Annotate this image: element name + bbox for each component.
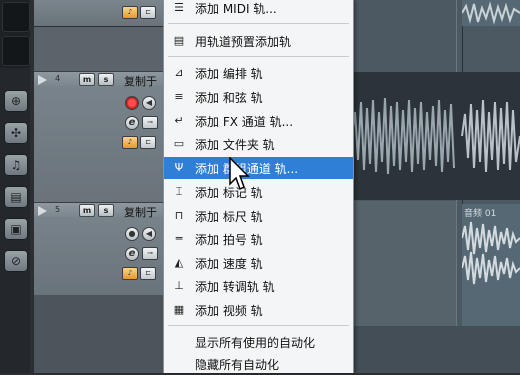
group-channel-icon: Ψ [174, 161, 184, 174]
empty-track-area [34, 295, 164, 373]
menu-item-add-group-channel[interactable]: Ψ 添加 群组通道 轨... [164, 157, 353, 179]
track-panel-5[interactable]: 5 m s 复制于 ● ◀ e ⊸ ♪ ⊏ [34, 202, 164, 295]
track-name[interactable]: 复制于 [124, 204, 157, 220]
menu-item-add-signature-track[interactable]: ═ 添加 拍号 轨 [164, 228, 353, 250]
track-name[interactable]: 复制于 [124, 73, 157, 89]
transpose-icon: ⊥ [174, 279, 184, 292]
mute-button[interactable]: m [79, 73, 95, 86]
menu-item-label: 添加 文件夹 轨 [195, 138, 275, 152]
tool-2-icon[interactable]: ✣ [4, 122, 28, 144]
menu-separator [168, 56, 349, 57]
solo-button[interactable]: s [98, 204, 114, 217]
track-number: 5 [55, 205, 61, 214]
track-panel-prev: ♪ ⊏ [34, 0, 164, 26]
monitor-icon[interactable]: ◀ [142, 96, 156, 110]
solo-button[interactable]: s [98, 73, 114, 86]
mute-button[interactable]: m [79, 204, 95, 217]
edit-icon[interactable]: e [125, 247, 139, 261]
menu-item-label: 添加 转调轨 轨 [195, 280, 275, 294]
track-header: 4 m s 复制于 [34, 72, 164, 89]
param-button[interactable]: ⊏ [140, 136, 156, 149]
audio-event[interactable] [462, 0, 520, 26]
waveform [462, 1, 520, 25]
menu-separator [168, 325, 349, 326]
menu-item-add-chord-track[interactable]: ≡ 添加 和弦 轨 [164, 86, 353, 108]
marker-icon: ⌶ [175, 185, 183, 198]
waveform [352, 97, 520, 175]
tool-1-icon[interactable]: ⊕ [4, 90, 28, 112]
tempo-icon: ◭ [174, 256, 184, 269]
record-icon[interactable] [125, 96, 139, 110]
menu-item-label: 用轨道预置添加轨 [195, 35, 292, 49]
menu-item-add-marker-track[interactable]: ⌶ 添加 标记 轨 [164, 181, 353, 203]
expand-icon[interactable] [38, 206, 47, 216]
track-number: 4 [55, 74, 61, 83]
menu-item-add-from-preset[interactable]: ▤ 用轨道预置添加轨 [164, 30, 353, 52]
menu-item-label: 添加 MIDI 轨... [195, 2, 277, 16]
edit-icon[interactable]: e [125, 116, 139, 130]
menu-item-add-arranger-track[interactable]: ⊿ 添加 编排 轨 [164, 62, 353, 84]
signature-icon: ═ [175, 232, 183, 245]
menu-item-add-tempo-track[interactable]: ◭ 添加 速度 轨 [164, 252, 353, 274]
empty-lane [352, 201, 456, 326]
insert-icon[interactable]: ⊸ [142, 247, 158, 260]
record-icon[interactable]: ● [125, 227, 139, 241]
insert-icon[interactable]: ⊸ [142, 116, 158, 129]
tool-strip-top [0, 0, 30, 68]
audio-event[interactable]: 音频 01 [462, 204, 520, 326]
menu-item-label: 隐藏所有自动化 [195, 358, 280, 372]
note-icon[interactable]: ♪ [122, 6, 138, 19]
empty-lane [352, 326, 520, 373]
menu-separator [168, 23, 349, 24]
menu-item-label: 添加 标尺 轨 [195, 210, 263, 224]
track-gap [34, 27, 164, 71]
menu-item-hide-automation[interactable]: 隐藏所有自动化 [164, 353, 353, 375]
menu-item-add-midi-track[interactable]: ☰ 添加 MIDI 轨... [164, 0, 353, 19]
menu-item-label: 添加 和弦 轨 [195, 91, 263, 105]
track-header: 5 m s 复制于 [34, 203, 164, 220]
midi-icon: ☰ [174, 1, 184, 14]
ruler-icon: ⊓ [174, 209, 184, 222]
menu-item-add-fx-channel[interactable]: ↵ 添加 FX 通道 轨... [164, 110, 353, 132]
menu-item-label: 添加 速度 轨 [195, 257, 263, 271]
preset-icon: ▤ [173, 34, 185, 47]
menu-item-add-transpose-track[interactable]: ⊥ 添加 转调轨 轨 [164, 275, 353, 297]
fx-icon: ↵ [174, 114, 184, 127]
panel-slot [2, 36, 30, 66]
menu-item-label: 添加 编排 轨 [195, 67, 263, 81]
menu-item-show-automation[interactable]: 显示所有使用的自动化 [164, 331, 353, 353]
mouse-cursor-icon [229, 157, 250, 191]
waveform [462, 221, 520, 285]
menu-item-label: 添加 视频 轨 [195, 304, 263, 318]
note-icon[interactable]: ♪ [122, 267, 138, 280]
chord-icon: ≡ [174, 90, 184, 103]
menu-item-add-ruler-track[interactable]: ⊓ 添加 标尺 轨 [164, 205, 353, 227]
monitor-icon[interactable]: ◀ [142, 227, 156, 241]
note-icon[interactable]: ♪ [122, 136, 138, 149]
audio-event[interactable] [352, 72, 520, 200]
menu-item-add-video-track[interactable]: ▦ 添加 视频 轨 [164, 299, 353, 321]
folder-icon: ▭ [173, 137, 185, 150]
menu-item-add-folder-track[interactable]: ▭ 添加 文件夹 轨 [164, 133, 353, 155]
track-panel-4[interactable]: 4 m s 复制于 ◀ e ⊸ ♪ ⊏ [34, 71, 164, 202]
tool-3-icon[interactable]: ♫ [4, 154, 28, 176]
expand-icon[interactable] [38, 75, 47, 85]
tool-5-icon[interactable]: ▣ [4, 218, 28, 240]
tool-6-icon[interactable]: ⊘ [4, 250, 28, 272]
arrange-area[interactable]: 音频 01 [352, 0, 520, 373]
video-icon: ▦ [173, 303, 185, 316]
param-button[interactable]: ⊏ [140, 267, 156, 280]
param-button[interactable]: ⊏ [140, 6, 156, 19]
menu-item-label: 添加 拍号 轨 [195, 233, 263, 247]
tool-strip: ⊕ ✣ ♫ ▤ ▣ ⊘ [0, 0, 30, 373]
add-track-menu: ☰ 添加 MIDI 轨... ▤ 用轨道预置添加轨 ⊿ 添加 编排 轨 ≡ 添加… [163, 0, 354, 373]
menu-item-label: 添加 FX 通道 轨... [195, 115, 294, 129]
arranger-icon: ⊿ [174, 66, 184, 79]
tool-4-icon[interactable]: ▤ [4, 186, 28, 208]
menu-item-label: 显示所有使用的自动化 [195, 336, 316, 350]
panel-slot [2, 2, 30, 32]
